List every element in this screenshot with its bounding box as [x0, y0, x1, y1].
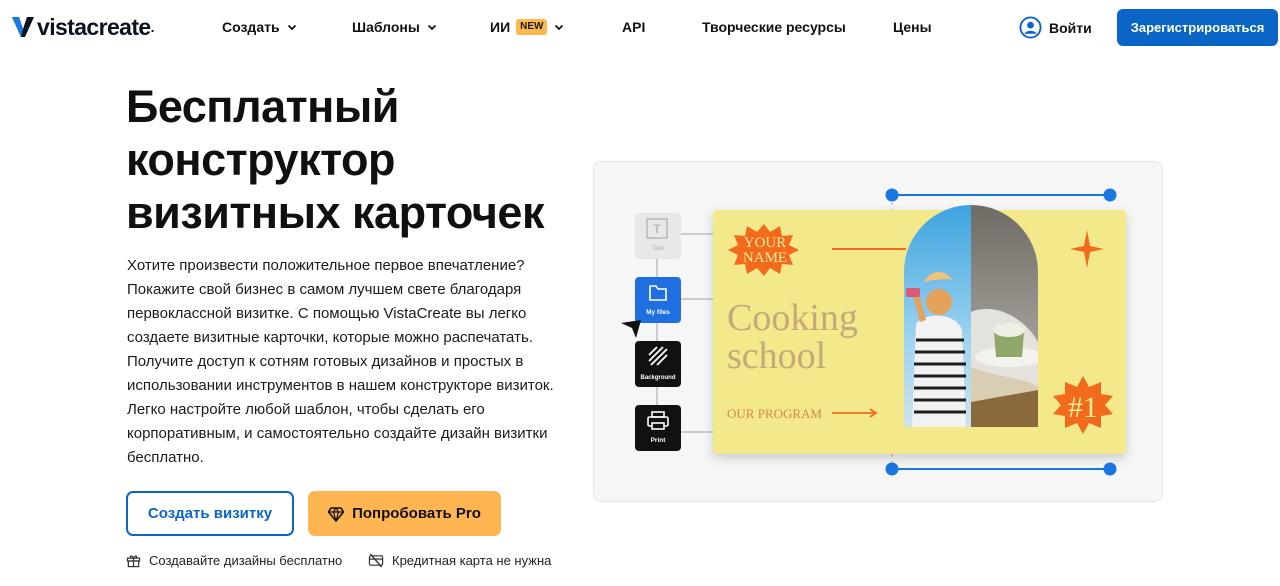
background-tool[interactable]: Background	[635, 341, 681, 387]
logo-mark-icon	[12, 17, 34, 37]
vistacreate-logo[interactable]: vistacreate.	[12, 13, 155, 40]
gift-icon	[126, 555, 141, 568]
signup-button[interactable]: Зарегистрироваться	[1117, 9, 1278, 46]
hero-description: Хотите произвести положительное первое в…	[127, 257, 554, 466]
card-number: #1	[1068, 391, 1098, 424]
diamond-icon	[328, 506, 345, 522]
user-icon	[1019, 16, 1042, 39]
title-line: визитных карточек	[126, 187, 544, 238]
try-pro-button[interactable]: Попробовать Pro	[308, 491, 501, 536]
chevron-down-icon	[555, 24, 564, 31]
my-files-tool-label: My files	[646, 309, 670, 316]
nav-create[interactable]: Создать	[222, 19, 297, 35]
nav-create-label: Создать	[222, 19, 280, 35]
cursor-arrow-icon	[621, 320, 641, 338]
badge-name: NAME	[743, 250, 787, 266]
logo-dot: .	[150, 19, 155, 35]
card-headline-2: school	[727, 335, 826, 377]
title-line: Бесплатный	[126, 81, 399, 132]
card-program: OUR PROGRAM	[727, 406, 822, 421]
business-card-preview[interactable]: YOUR NAME Cooking school OUR PROGRAM #1	[713, 202, 1126, 454]
nav-pricing[interactable]: Цены	[893, 19, 932, 35]
nav-templates[interactable]: Шаблоны	[352, 19, 437, 35]
nav-resources[interactable]: Творческие ресурсы	[702, 19, 846, 35]
nav-templates-label: Шаблоны	[352, 19, 420, 35]
title-line: конструктор	[126, 134, 396, 185]
new-badge: NEW	[516, 19, 548, 35]
print-tool[interactable]: Print	[635, 405, 681, 451]
nav-resources-label: Творческие ресурсы	[702, 19, 846, 35]
nav-api-label: API	[622, 19, 646, 35]
create-business-card-button[interactable]: Создать визитку	[126, 491, 294, 536]
chevron-down-icon	[427, 24, 436, 31]
page-title: Бесплатный конструктор визитных карточек	[126, 80, 596, 239]
editor-illustration: T Text My files Background Print YOUR NA…	[593, 161, 1163, 502]
text-tool-label: Text	[652, 245, 664, 252]
nav-ai[interactable]: ИИ NEW	[490, 19, 564, 35]
login-label: Войти	[1049, 19, 1092, 36]
logo-wordmark: vistacreate	[37, 13, 151, 40]
feature-no-card-label: Кредитная карта не нужна	[392, 553, 552, 568]
try-pro-label: Попробовать Pro	[352, 505, 481, 522]
feature-no-card: Кредитная карта не нужна	[368, 553, 551, 568]
my-files-tool[interactable]: My files	[635, 277, 681, 323]
editor-illustration-svg: T Text My files Background Print YOUR NA…	[621, 188, 1126, 476]
badge-your: YOUR	[744, 235, 787, 251]
text-tool[interactable]: T Text	[635, 213, 681, 259]
nav-api[interactable]: API	[622, 19, 645, 35]
nav-ai-label: ИИ	[490, 19, 511, 35]
card-headline-1: Cooking	[727, 297, 858, 339]
background-tool-label: Background	[640, 375, 675, 381]
svg-text:T: T	[653, 222, 661, 236]
login-link[interactable]: Войти	[1019, 16, 1092, 39]
no-credit-card-icon	[368, 553, 384, 568]
cooking-photo	[904, 205, 1038, 427]
feature-free-label: Создавайте дизайны бесплатно	[149, 553, 343, 568]
top-navigation: vistacreate. Создать Шаблоны ИИ NEW API …	[0, 0, 1280, 56]
print-tool-label: Print	[651, 437, 667, 444]
chevron-down-icon	[287, 24, 296, 31]
nav-pricing-label: Цены	[893, 19, 932, 35]
feature-free: Создавайте дизайны бесплатно	[126, 553, 342, 568]
